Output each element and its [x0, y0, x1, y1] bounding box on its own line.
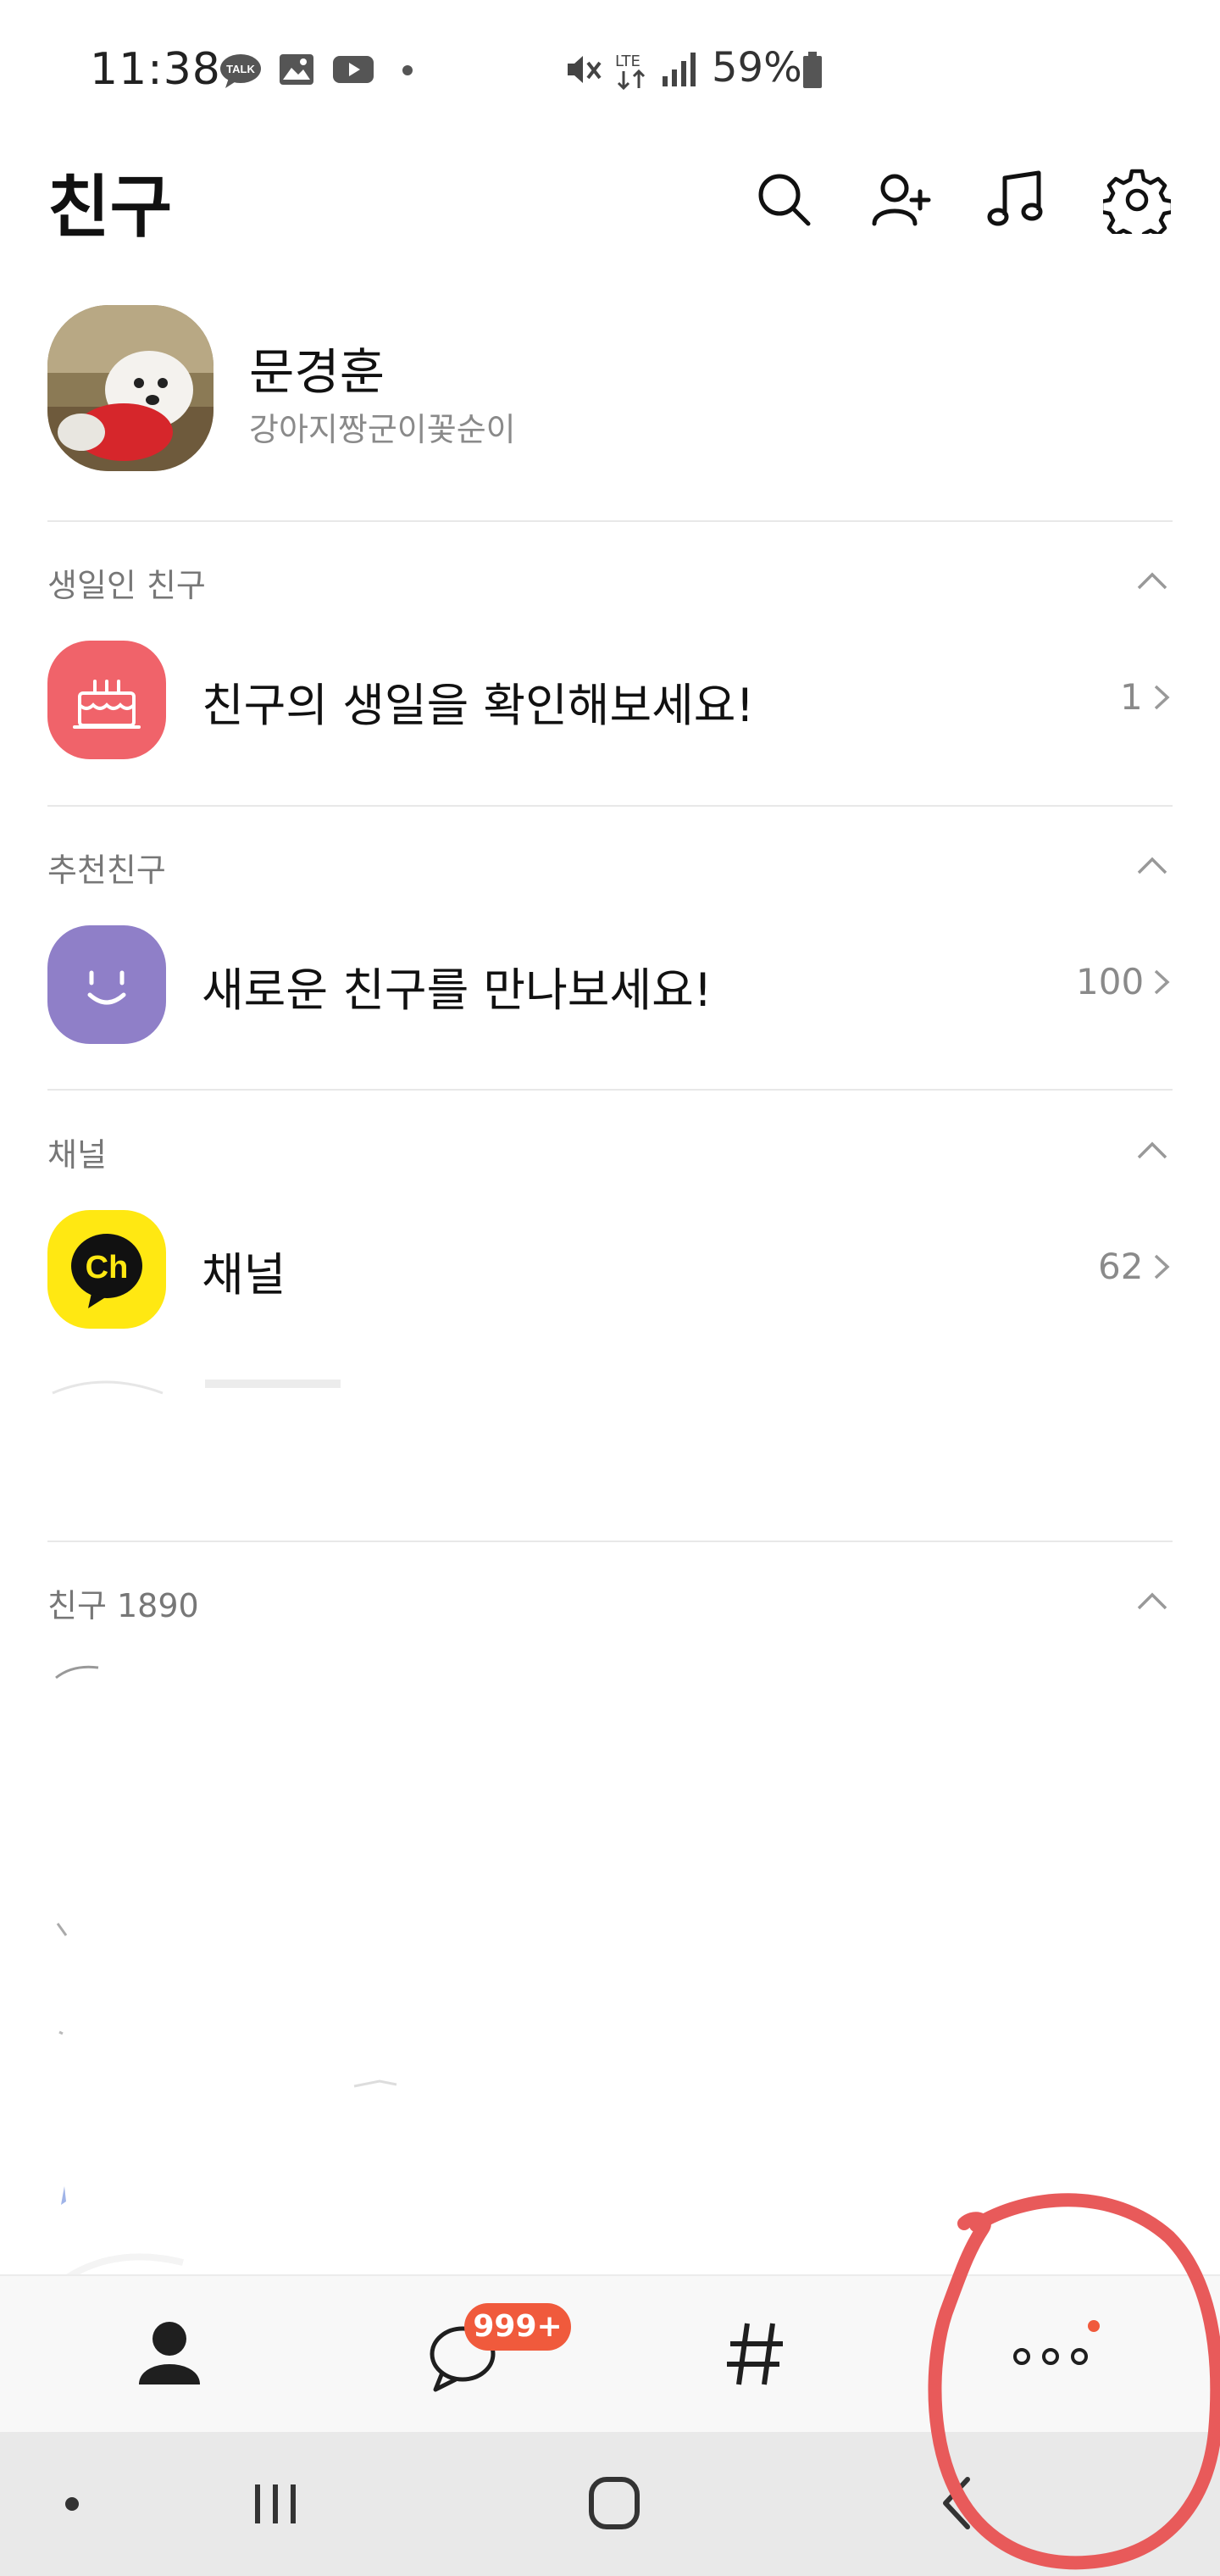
dog-photo	[47, 305, 214, 471]
collapse-birthday-icon[interactable]	[1135, 569, 1169, 591]
profile-name[interactable]: 문경훈	[249, 332, 385, 403]
youtube-notification-icon	[333, 56, 374, 83]
erased-row-remnant	[52, 1380, 341, 1395]
battery-icon	[803, 52, 822, 88]
talk-notification-icon: TALK	[220, 54, 261, 88]
mute-icon	[568, 56, 602, 83]
cake-icon	[73, 680, 141, 729]
view-tab[interactable]	[671, 2276, 840, 2434]
settings-icon[interactable]	[1103, 166, 1171, 234]
recommended-row-label[interactable]: 새로운 친구를 만나보세요!	[202, 952, 712, 1019]
talk-badge-text: TALK	[226, 63, 255, 75]
section-title-birthday: 생일인 친구	[47, 567, 206, 604]
friends-tab[interactable]	[85, 2276, 254, 2434]
lte-signal-icon: LTE	[615, 53, 646, 91]
add-friend-icon[interactable]	[868, 166, 935, 234]
birthday-count: 1	[1120, 676, 1143, 718]
section-title-channel: 채널	[47, 1136, 107, 1174]
gallery-notification-icon	[280, 54, 313, 85]
system-dot-icon	[65, 2497, 79, 2511]
more-notifications-dot-icon	[402, 65, 413, 75]
chevron-right-icon[interactable]	[1152, 968, 1171, 997]
signal-bars-icon	[663, 53, 696, 86]
chat-unread-badge: 999+	[464, 2303, 571, 2351]
collapse-recommended-icon[interactable]	[1135, 854, 1169, 876]
chevron-right-icon[interactable]	[1152, 1252, 1171, 1281]
collapse-friends-icon[interactable]	[1135, 1590, 1169, 1612]
recent-apps-icon[interactable]	[237, 2474, 313, 2534]
status-bar: 11:38 TALK LTE 59%	[0, 0, 1220, 144]
divider	[47, 1089, 1173, 1091]
channel-count: 62	[1098, 1246, 1144, 1287]
music-icon[interactable]	[984, 166, 1052, 234]
channel-logo-icon: Ch	[71, 1234, 142, 1308]
chats-tab[interactable]	[378, 2276, 547, 2434]
birthday-row-label[interactable]: 친구의 생일을 확인해보세요!	[202, 668, 754, 735]
home-icon[interactable]	[576, 2469, 652, 2537]
collapse-channel-icon[interactable]	[1135, 1139, 1169, 1161]
birthday-row-icon	[47, 641, 166, 759]
chevron-right-icon[interactable]	[1152, 683, 1171, 712]
channel-row-label[interactable]: 채널	[202, 1237, 286, 1304]
section-title-friends: 친구 1890	[47, 1587, 199, 1624]
network-type: LTE	[615, 53, 640, 70]
divider	[47, 520, 1173, 522]
profile-status-message: 강아지짱군이꽃순이	[249, 411, 516, 448]
search-icon[interactable]	[751, 166, 818, 234]
status-time: 11:38	[90, 44, 221, 95]
battery-percent: 59%	[712, 44, 802, 92]
channel-row-icon: Ch	[47, 1210, 166, 1329]
annotation-circle	[928, 2193, 1220, 2570]
hashtag-icon	[727, 2323, 783, 2385]
recommended-count: 100	[1076, 961, 1145, 1002]
recommended-row-icon	[47, 925, 166, 1044]
erased-friend-list	[55, 1665, 397, 2279]
profile-avatar[interactable]	[47, 305, 214, 471]
divider	[47, 805, 1173, 807]
chat-bubble-icon	[430, 2326, 496, 2392]
divider	[47, 1541, 1173, 1542]
page-title: 친구	[47, 168, 173, 247]
smiley-icon	[87, 970, 126, 1005]
person-icon	[139, 2322, 200, 2384]
channel-logo-text: Ch	[86, 1250, 129, 1285]
section-title-recommended: 추천친구	[47, 852, 166, 889]
